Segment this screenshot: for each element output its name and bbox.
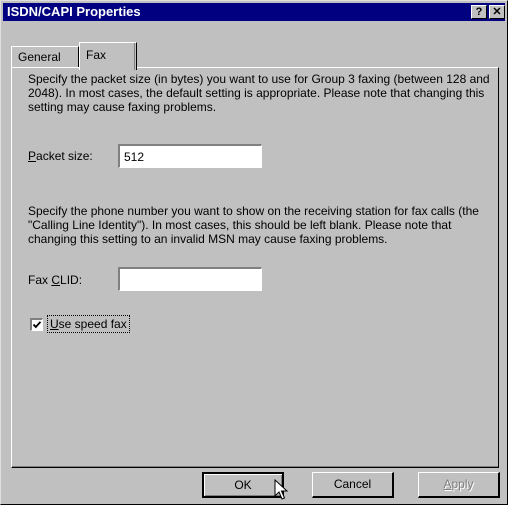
tab-general[interactable]: General: [11, 46, 79, 68]
properties-dialog: ISDN/CAPI Properties ? ✕ General Fax Spe…: [0, 0, 508, 505]
fax-clid-label: Fax CLID:: [28, 272, 82, 288]
tab-fax[interactable]: Fax: [79, 42, 137, 70]
packet-size-label: Packet size:: [28, 148, 93, 164]
speed-fax-access-key: U: [50, 317, 59, 331]
cancel-button[interactable]: Cancel: [312, 472, 394, 498]
speed-fax-checkbox[interactable]: [30, 318, 43, 331]
apply-button[interactable]: Apply: [418, 472, 500, 498]
fax-tab-panel: Specify the packet size (in bytes) you w…: [11, 67, 499, 468]
fax-clid-label-text: LID:: [60, 273, 83, 287]
fax-clid-input[interactable]: [118, 267, 262, 291]
fax-clid-access-key: C: [51, 273, 61, 287]
mouse-pointer-icon: [274, 479, 288, 500]
close-icon: ✕: [492, 6, 502, 18]
ok-button[interactable]: OK: [202, 472, 284, 498]
packet-size-label-text: acket size:: [36, 149, 93, 163]
help-button[interactable]: ?: [471, 5, 487, 19]
fax-clid-description: Specify the phone number you want to sho…: [28, 204, 479, 246]
packet-size-access-key: P: [28, 149, 37, 163]
speed-fax-label[interactable]: Use speed fax: [47, 315, 130, 333]
apply-label: pply: [451, 477, 474, 491]
checkmark-icon: [32, 321, 42, 329]
fax-clid-label-prefix: Fax: [28, 273, 52, 287]
packet-size-input[interactable]: [118, 144, 262, 168]
speed-fax-label-text: se speed fax: [58, 317, 127, 331]
apply-access-key: A: [443, 477, 452, 491]
packet-size-description: Specify the packet size (in bytes) you w…: [28, 72, 490, 114]
help-icon: ?: [475, 6, 483, 18]
close-button[interactable]: ✕: [489, 5, 505, 19]
title-bar[interactable]: ISDN/CAPI Properties ? ✕: [3, 3, 505, 21]
window-title: ISDN/CAPI Properties: [7, 4, 141, 19]
